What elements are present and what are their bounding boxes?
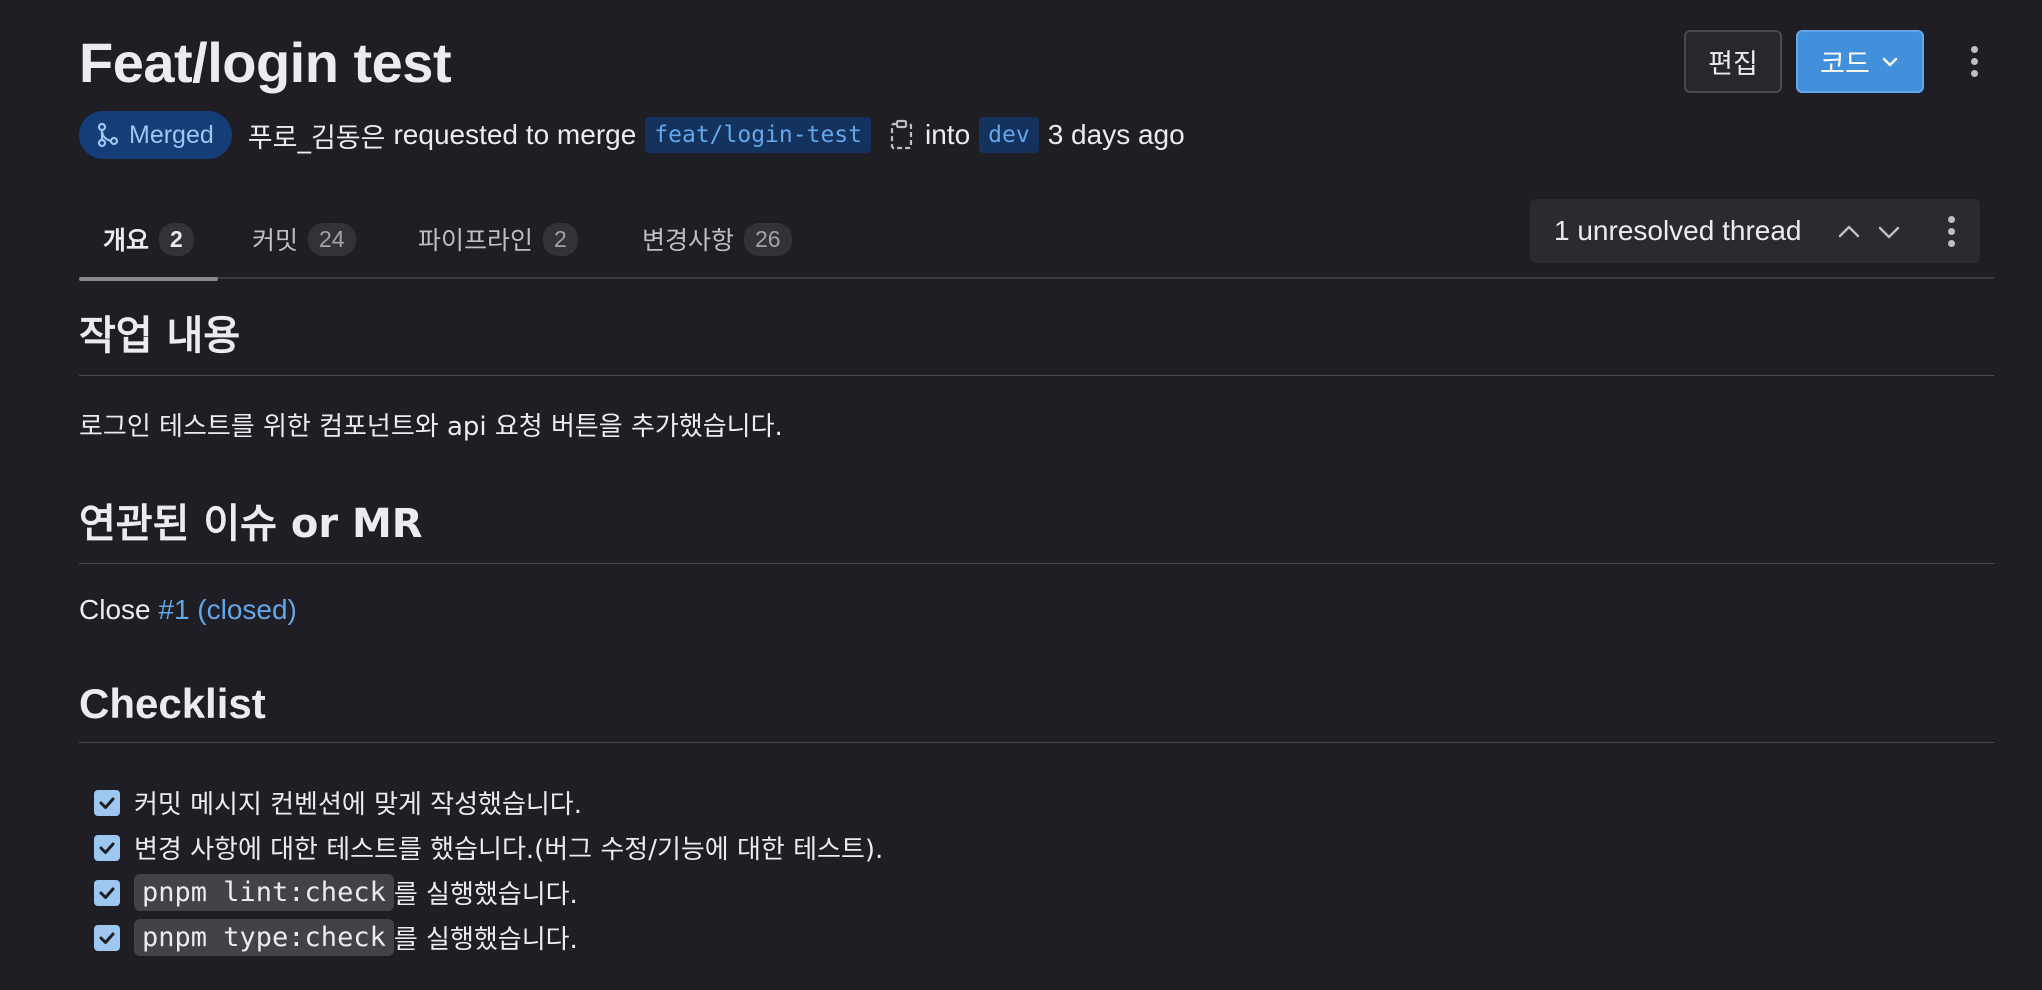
issue-link[interactable]: #1 (closed)	[158, 594, 297, 625]
tab-pipelines[interactable]: 파이프라인 2	[418, 199, 578, 279]
time-ago: 3 days ago	[1047, 119, 1185, 150]
requested-text: requested to merge	[393, 119, 637, 150]
checklist-text: 를 실행했습니다.	[393, 880, 578, 910]
checkmark-icon	[99, 797, 115, 809]
tab-commits[interactable]: 커밋 24	[252, 199, 356, 279]
description-text: 로그인 테스트를 위한 컴포넌트와 api 요청 버튼을 추가했습니다.	[79, 412, 783, 442]
tab-label: 파이프라인	[418, 226, 534, 255]
checklist: 커밋 메시지 컨벤션에 맞게 작성했습니다. 변경 사항에 대한 테스트를 했습…	[94, 780, 883, 960]
merge-request-meta: Merged 푸로_김동은 requested to merge feat/lo…	[79, 111, 1185, 159]
inline-code: pnpm lint:check	[134, 874, 394, 911]
target-branch[interactable]: dev	[979, 117, 1039, 153]
unresolved-threads-widget: 1 unresolved thread	[1530, 199, 1980, 263]
checklist-item: pnpm lint:check 를 실행했습니다.	[94, 870, 883, 915]
chevron-down-icon[interactable]	[1874, 217, 1904, 247]
tab-label: 커밋	[252, 226, 299, 255]
close-text: Close	[79, 594, 151, 625]
section-title-related: 연관된 이슈 or MR	[79, 491, 1994, 564]
chevron-down-icon	[1882, 57, 1898, 66]
inline-code: pnpm type:check	[134, 919, 394, 956]
checkbox[interactable]	[94, 834, 120, 861]
code-dropdown-button[interactable]: 코드	[1796, 30, 1924, 93]
related-issue-line: Close #1 (closed)	[79, 594, 297, 626]
section-title-checklist: Checklist	[79, 680, 1994, 743]
tab-label: 개요	[103, 226, 150, 255]
tab-overview[interactable]: 개요 2	[79, 199, 218, 281]
edit-button[interactable]: 편집	[1684, 30, 1782, 93]
merge-request-page: Feat/login test 편집 코드 Merged 푸로_김동은 requ…	[0, 0, 2042, 990]
source-branch[interactable]: feat/login-test	[645, 117, 871, 153]
section-title-work: 작업 내용	[79, 303, 1994, 376]
tab-count: 2	[159, 222, 194, 256]
checkbox[interactable]	[94, 879, 120, 906]
checklist-text: 변경 사항에 대한 테스트를 했습니다.(버그 수정/기능에 대한 테스트).	[134, 835, 884, 865]
checklist-item: 커밋 메시지 컨벤션에 맞게 작성했습니다.	[94, 780, 883, 825]
status-badge: Merged	[79, 111, 232, 159]
more-actions-kebab-icon[interactable]	[1954, 30, 1994, 93]
checkbox[interactable]	[94, 789, 120, 816]
checklist-item: pnpm type:check 를 실행했습니다.	[94, 915, 883, 960]
checklist-text: 커밋 메시지 컨벤션에 맞게 작성했습니다.	[134, 790, 582, 820]
unresolved-thread-count: 1 unresolved thread	[1554, 215, 1802, 246]
tab-count: 24	[308, 222, 356, 256]
header-actions: 편집 코드	[1684, 30, 1994, 93]
chevron-up-icon[interactable]	[1834, 217, 1864, 247]
checkmark-icon	[99, 887, 115, 899]
checkbox[interactable]	[94, 924, 120, 951]
checkmark-icon	[99, 932, 115, 944]
tab-bar: 개요 2 커밋 24 파이프라인 2 변경사항 26 1 unresolved …	[79, 199, 1994, 281]
into-text: into	[925, 119, 971, 150]
checklist-text: 를 실행했습니다.	[393, 925, 578, 955]
checkmark-icon	[99, 842, 115, 854]
code-button-label: 코드	[1820, 49, 1870, 80]
tab-changes[interactable]: 변경사항 26	[642, 199, 792, 279]
page-title: Feat/login test	[79, 31, 452, 94]
thread-options-kebab-icon[interactable]	[1944, 213, 1958, 249]
tab-count: 26	[744, 222, 792, 256]
author-name[interactable]: 푸로_김동은	[248, 116, 386, 155]
checklist-item: 변경 사항에 대한 테스트를 했습니다.(버그 수정/기능에 대한 테스트).	[94, 825, 883, 870]
tab-label: 변경사항	[642, 226, 735, 255]
tab-count: 2	[543, 222, 578, 256]
merge-icon	[97, 122, 119, 148]
status-label: Merged	[129, 120, 214, 149]
clipboard-icon[interactable]	[889, 119, 915, 151]
